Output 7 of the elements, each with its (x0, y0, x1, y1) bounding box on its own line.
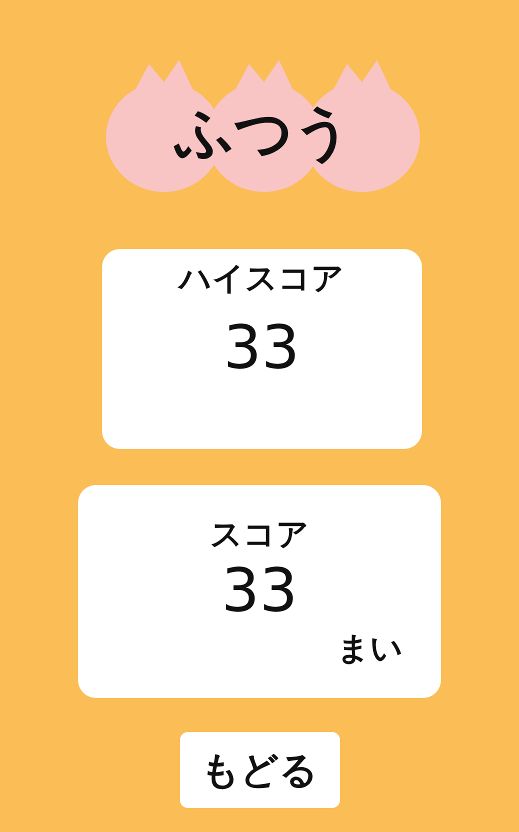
high-score-label: ハイスコア (179, 258, 344, 299)
high-score-value: 33 (223, 313, 300, 383)
score-label: スコア (210, 514, 309, 555)
score-value: 33 (221, 561, 298, 621)
score-unit: まい (337, 628, 403, 669)
difficulty-title: ふつう (175, 96, 352, 168)
back-button[interactable]: もどる (180, 732, 340, 808)
